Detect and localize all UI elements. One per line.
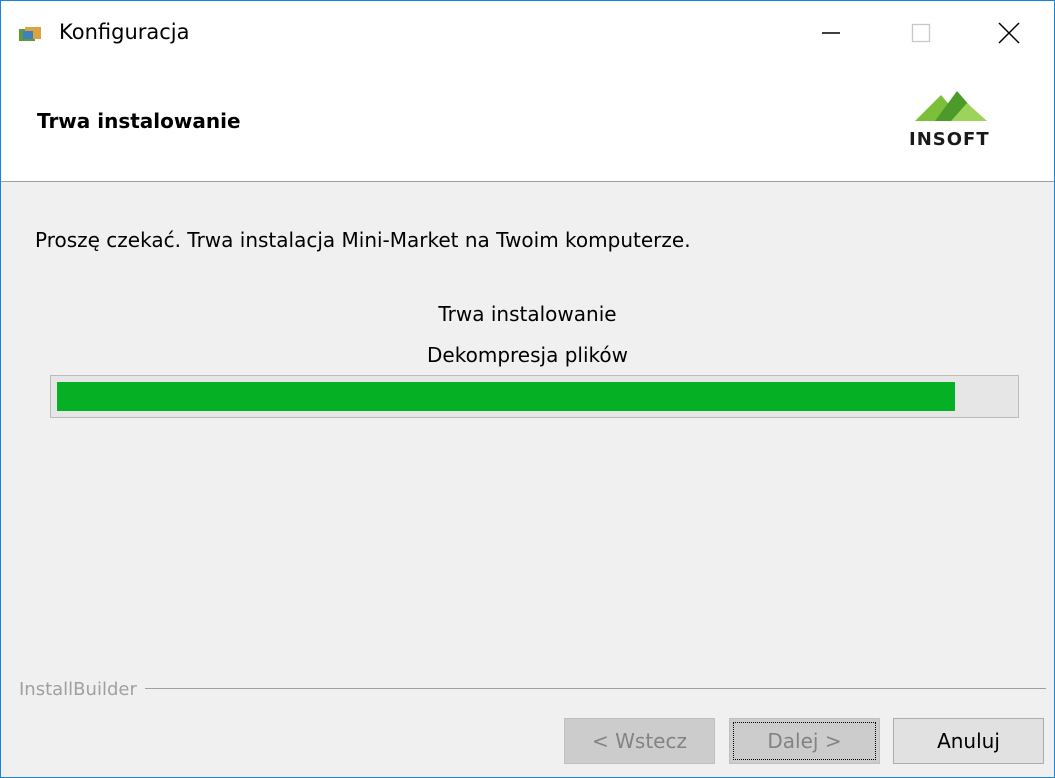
status-title: Trwa instalowanie [438,302,617,326]
close-icon [998,22,1020,44]
install-progress-bar [50,375,1019,418]
installbuilder-divider: InstallBuilder [1,679,1054,700]
wizard-header: Trwa instalowanie INSOFT [1,65,1054,182]
window-title: Konfiguracja [59,20,190,44]
cancel-button-label: Anuluj [937,729,1000,753]
close-button[interactable] [964,1,1054,65]
focus-ring [733,722,876,760]
insoft-mountains-logo-icon [915,91,987,121]
divider-line [19,688,1046,689]
back-button-label: < Wstecz [592,729,687,753]
install-message: Proszę czekać. Trwa instalacja Mini-Mark… [35,228,691,252]
cancel-button[interactable]: Anuluj [893,718,1044,764]
logo-text: INSOFT [909,129,990,150]
page-title: Trwa instalowanie [37,109,241,133]
next-button[interactable]: Dalej > [729,718,880,764]
maximize-icon [911,23,931,43]
insoft-logo: INSOFT [901,87,1021,153]
status-detail: Dekompresja plików [427,343,628,367]
installer-app-icon [19,27,41,41]
minimize-icon [822,32,840,34]
installer-window: Konfiguracja Trwa instalowanie INSOFT Pr… [0,0,1055,778]
installbuilder-label: InstallBuilder [19,679,145,700]
minimize-button[interactable] [786,1,876,65]
maximize-button[interactable] [876,1,966,65]
back-button[interactable]: < Wstecz [564,718,715,764]
title-bar[interactable]: Konfiguracja [1,1,1054,65]
progress-fill [57,382,955,411]
